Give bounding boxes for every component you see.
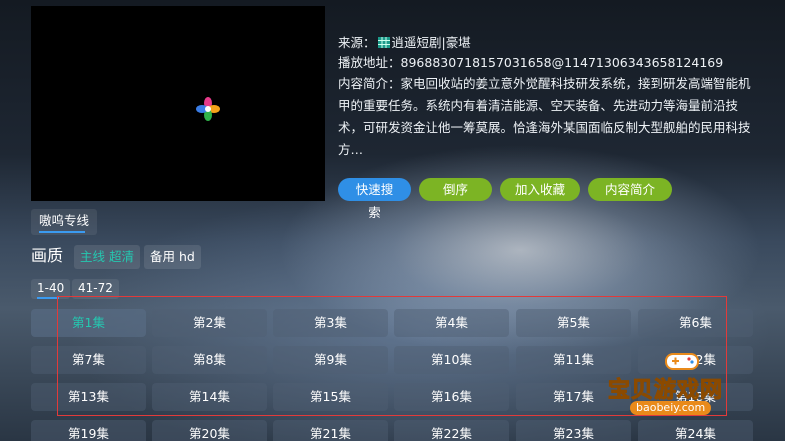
page-tab-label: 1-40	[37, 281, 65, 295]
source-row: 来源： 逍遥短剧|豪堪	[338, 33, 758, 53]
add-favorite-button[interactable]: 加入收藏	[500, 178, 580, 201]
episode-button[interactable]: 第3集	[273, 309, 388, 337]
play-address-row: 播放地址：8968830718157031658@114713063436581…	[338, 53, 758, 73]
reverse-order-button[interactable]: 倒序	[419, 178, 492, 201]
episode-button[interactable]: 第4集	[394, 309, 509, 337]
content-intro-button[interactable]: 内容简介	[588, 178, 672, 201]
quality-label: 画质	[31, 246, 64, 265]
line-tab[interactable]: 嗷呜专线	[31, 209, 98, 235]
episode-button[interactable]: 第14集	[152, 383, 267, 411]
description-label: 内容简介：	[338, 76, 401, 91]
episode-button[interactable]: 第22集	[394, 420, 509, 441]
quality-option-backup[interactable]: 备用 hd	[144, 245, 201, 269]
source-name: 逍遥短剧|豪堪	[391, 35, 471, 50]
watermark-title: 宝贝游戏网	[607, 378, 724, 404]
episode-button[interactable]: 第9集	[273, 346, 388, 374]
quality-option-main[interactable]: 主线 超清	[74, 245, 140, 269]
episode-button[interactable]: 第24集	[638, 420, 753, 441]
page-tab-1-40[interactable]: 1-40	[31, 279, 71, 299]
page-tab-41-72[interactable]: 41-72	[72, 279, 119, 299]
page-tab-label: 41-72	[78, 281, 113, 295]
gamepad-icon	[665, 353, 699, 370]
info-panel: 来源： 逍遥短剧|豪堪 播放地址：8968830718157031658@1147…	[338, 33, 758, 161]
episode-button[interactable]: 第5集	[516, 309, 631, 337]
episode-button[interactable]: 第15集	[273, 383, 388, 411]
episode-button[interactable]: 第21集	[273, 420, 388, 441]
play-address-label: 播放地址：	[338, 55, 401, 70]
line-tab-label: 嗷呜专线	[39, 213, 90, 228]
episode-button[interactable]: 第20集	[152, 420, 267, 441]
episode-button[interactable]: 第19集	[31, 420, 146, 441]
episode-button[interactable]: 第6集	[638, 309, 753, 337]
description-text: 家电回收站的姜立意外觉醒科技研发系统，接到研发高端智能机甲的重要任务。系统内有着…	[338, 76, 751, 157]
video-player[interactable]	[31, 6, 325, 201]
watermark: 宝贝游戏网 baobeiy.com	[607, 350, 758, 420]
episode-button[interactable]: 第7集	[31, 346, 146, 374]
episode-button[interactable]: 第1集	[31, 309, 146, 337]
quick-search-button[interactable]: 快速搜索	[338, 178, 411, 220]
episode-button[interactable]: 第16集	[394, 383, 509, 411]
episode-button[interactable]: 第2集	[152, 309, 267, 337]
source-label: 来源：	[338, 35, 376, 50]
description: 内容简介：家电回收站的姜立意外觉醒科技研发系统，接到研发高端智能机甲的重要任务。…	[338, 73, 758, 161]
action-buttons: 快速搜索 倒序 加入收藏 内容简介	[338, 178, 672, 220]
episode-button[interactable]: 第10集	[394, 346, 509, 374]
episode-button[interactable]: 第13集	[31, 383, 146, 411]
pinwheel-loading-icon	[196, 97, 220, 121]
episode-button[interactable]: 第23集	[516, 420, 631, 441]
watermark-url: baobeiy.com	[630, 401, 712, 415]
page-tab-underline	[37, 297, 59, 299]
episode-button[interactable]: 第8集	[152, 346, 267, 374]
play-address: 8968830718157031658@11471306343658124169	[400, 55, 724, 70]
line-tab-underline	[39, 231, 85, 233]
grid-source-icon	[377, 37, 390, 48]
